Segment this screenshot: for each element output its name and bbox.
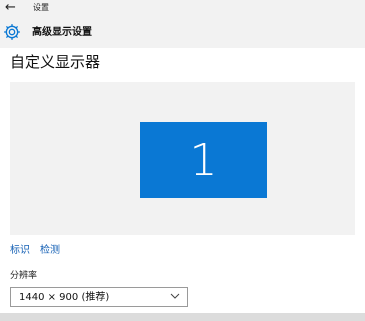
detect-link[interactable]: 检测 <box>40 245 60 256</box>
window-title: 设置 <box>33 3 49 12</box>
settings-section-title: 高级显示设置 <box>32 27 92 38</box>
title-bar: ← 设置 <box>0 0 365 18</box>
resolution-label: 分辨率 <box>10 271 38 281</box>
chevron-down-icon <box>170 293 180 299</box>
resolution-dropdown[interactable]: 1440 × 900 (推荐) <box>10 287 188 307</box>
page-title: 自定义显示器 <box>10 53 101 71</box>
bottom-edge <box>0 313 365 321</box>
resolution-value: 1440 × 900 (推荐) <box>19 292 110 303</box>
back-arrow-icon[interactable]: ← <box>5 0 16 16</box>
monitor-arrangement-area: 1 <box>10 82 355 235</box>
monitor-1-tile[interactable]: 1 <box>140 122 267 198</box>
identify-link[interactable]: 标识 <box>10 245 30 256</box>
monitor-actions: 标识 检测 <box>10 244 70 258</box>
page-header: 高级显示设置 <box>0 18 365 48</box>
gear-icon <box>4 24 20 40</box>
